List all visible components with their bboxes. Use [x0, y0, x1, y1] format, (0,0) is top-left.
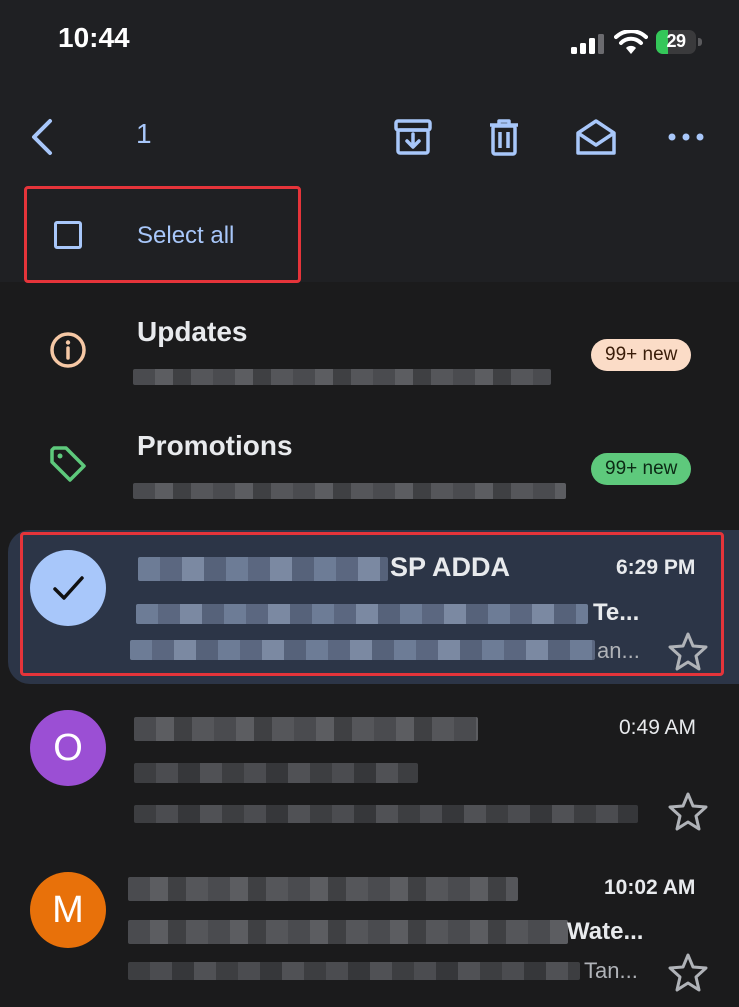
redacted-sender: [128, 877, 518, 901]
redacted-sender: [134, 717, 478, 741]
redacted-subject: [134, 763, 418, 783]
selected-count: 1: [136, 118, 152, 149]
email-time: 10:02 AM: [604, 876, 696, 899]
star-icon[interactable]: [668, 791, 708, 831]
tag-icon: [50, 446, 86, 482]
status-time: 10:44: [58, 22, 130, 53]
redacted-snippet: [133, 369, 551, 385]
avatar[interactable]: O: [30, 710, 106, 786]
avatar-letter: M: [52, 888, 84, 931]
email-subject: Wate...: [567, 918, 644, 945]
status-badge: 99+ new: [591, 339, 692, 371]
archive-icon[interactable]: [393, 117, 433, 157]
mark-read-icon[interactable]: [575, 117, 617, 157]
category-title: Updates: [137, 316, 248, 347]
trash-icon[interactable]: [484, 117, 524, 157]
back-arrow-icon[interactable]: [28, 117, 58, 157]
category-title: Promotions: [137, 430, 293, 461]
redacted-subject: [128, 920, 568, 944]
avatar-letter: O: [53, 726, 83, 769]
redacted-snippet: [134, 805, 638, 823]
email-snippet: Tan...: [584, 958, 638, 983]
avatar[interactable]: M: [30, 872, 106, 948]
redacted-snippet: [133, 483, 566, 499]
redacted-snippet: [128, 962, 580, 980]
email-time: 0:49 AM: [619, 716, 697, 739]
star-icon[interactable]: [668, 952, 708, 992]
battery-icon: 29: [656, 30, 704, 54]
annotation-highlight-email: [20, 532, 724, 676]
status-badge: 99+ new: [591, 453, 692, 485]
signal-icon: [571, 34, 604, 54]
annotation-highlight-select-all: [24, 186, 301, 283]
info-icon: [50, 332, 86, 368]
wifi-icon: [614, 30, 648, 54]
more-icon[interactable]: [666, 124, 706, 150]
battery-level-text: 29: [666, 31, 686, 51]
